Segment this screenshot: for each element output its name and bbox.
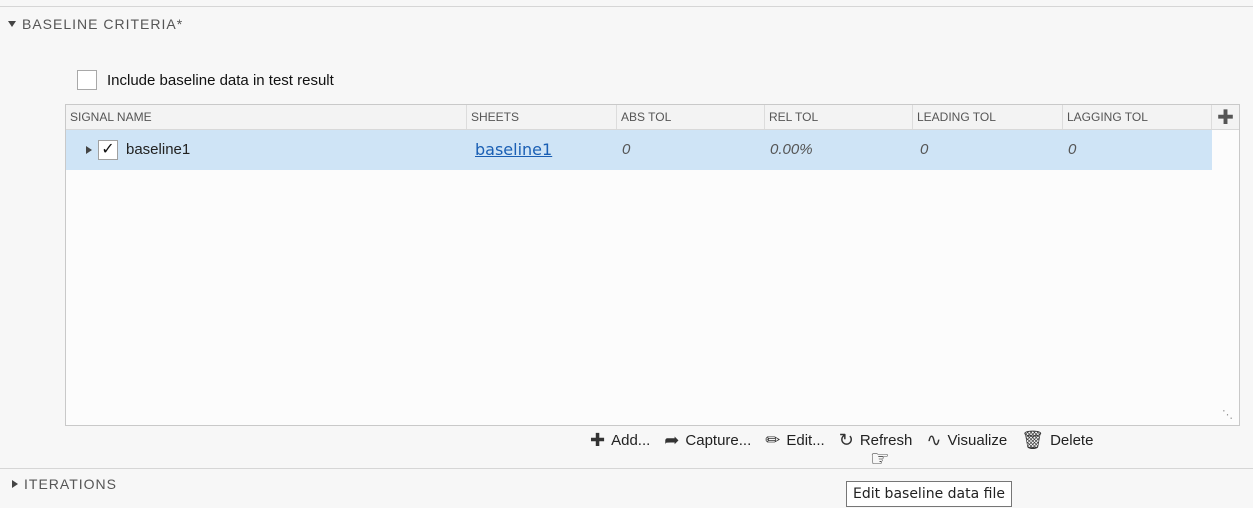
edit-tooltip: Edit baseline data file [846, 481, 1012, 507]
col-leading-tol[interactable]: LEADING TOL [913, 105, 1063, 129]
iterations-title: ITERATIONS [24, 476, 117, 492]
visualize-icon: ∿ [926, 430, 942, 450]
capture-label: Capture... [685, 431, 752, 449]
edit-label: Edit... [786, 431, 825, 449]
resize-grip-icon[interactable]: ⋱ [1222, 408, 1233, 421]
col-sheets[interactable]: SHEETS [467, 105, 617, 129]
abs-tol-cell[interactable]: 0 [622, 130, 630, 170]
baseline-toolbar: ✚ Add... ➦ Capture... ✏ Edit... ↻ Refres… [590, 428, 1107, 452]
edit-button[interactable]: ✏ Edit... [765, 431, 824, 449]
pencil-icon: ✏ [765, 430, 781, 450]
top-divider [0, 6, 1253, 7]
col-lagging-tol[interactable]: LAGGING TOL [1063, 105, 1212, 129]
refresh-icon: ↻ [838, 430, 854, 450]
expand-right-icon [12, 480, 18, 488]
baseline-criteria-header[interactable]: BASELINE CRITERIA* [8, 16, 183, 32]
include-baseline-checkbox[interactable] [77, 70, 97, 90]
trash-icon: 🗑 [1021, 430, 1045, 450]
baseline-table: SIGNAL NAME SHEETS ABS TOL REL TOL LEADI… [65, 104, 1240, 426]
section-title: BASELINE CRITERIA* [22, 16, 184, 32]
col-signal-name[interactable]: SIGNAL NAME [66, 105, 467, 129]
add-button[interactable]: ✚ Add... [590, 431, 650, 449]
bottom-divider [0, 468, 1253, 469]
table-row[interactable]: ✓ baseline1 baseline1 0 0.00% 0 0 [66, 130, 1212, 170]
include-baseline-label: Include baseline data in test result [107, 71, 334, 89]
delete-button[interactable]: 🗑 Delete [1021, 431, 1093, 449]
rel-tol-cell[interactable]: 0.00% [770, 130, 813, 170]
add-column-icon[interactable]: ✚ [1212, 105, 1239, 129]
sheets-cell[interactable]: baseline1 [475, 130, 552, 170]
col-rel-tol[interactable]: REL TOL [765, 105, 913, 129]
leading-tol-cell[interactable]: 0 [920, 130, 928, 170]
delete-label: Delete [1050, 431, 1094, 449]
expand-down-icon [8, 21, 16, 27]
col-abs-tol[interactable]: ABS TOL [617, 105, 765, 129]
signal-name-cell: baseline1 [126, 141, 191, 158]
iterations-header[interactable]: ITERATIONS [12, 476, 117, 492]
include-baseline-row[interactable]: Include baseline data in test result [77, 70, 334, 90]
visualize-button[interactable]: ∿ Visualize [926, 431, 1007, 449]
add-label: Add... [611, 431, 651, 449]
row-expand-icon[interactable] [86, 146, 92, 154]
sheets-link[interactable]: baseline1 [475, 140, 552, 159]
row-checkbox[interactable]: ✓ [98, 140, 118, 160]
capture-icon: ➦ [664, 430, 680, 450]
visualize-label: Visualize [947, 431, 1008, 449]
capture-button[interactable]: ➦ Capture... [664, 431, 751, 449]
table-header: SIGNAL NAME SHEETS ABS TOL REL TOL LEADI… [66, 105, 1239, 130]
plus-icon: ✚ [590, 430, 606, 450]
lagging-tol-cell[interactable]: 0 [1068, 130, 1076, 170]
